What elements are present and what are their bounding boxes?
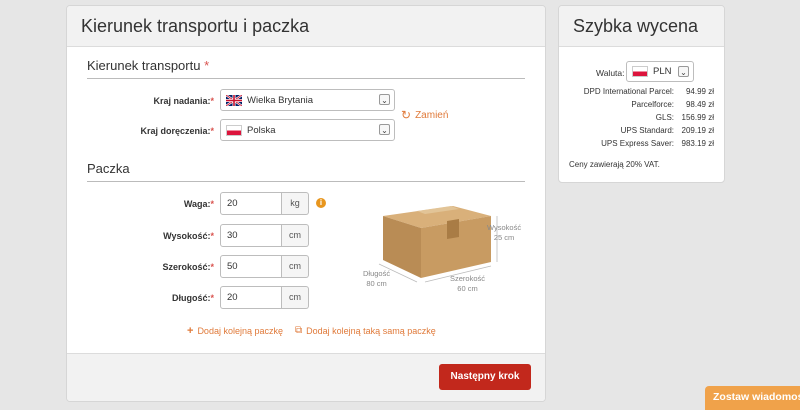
chevron-down-icon: ⌄ — [678, 66, 689, 77]
chevron-down-icon: ⌄ — [379, 94, 390, 105]
direction-section-title: Kierunek transportu * — [87, 58, 525, 79]
from-country-select[interactable]: Wielka Brytania ⌄ — [220, 89, 395, 111]
vat-note: Ceny zawierają 20% VAT. — [569, 160, 660, 169]
weight-label: Waga:* — [183, 199, 214, 209]
to-country-label: Kraj doręczenia:* — [140, 126, 214, 136]
to-country-select[interactable]: Polska ⌄ — [220, 119, 395, 141]
quick-quote-title: Szybka wycena — [559, 6, 724, 47]
currency-value: PLN — [653, 66, 672, 77]
length-input[interactable]: 20 — [220, 286, 282, 309]
box-height-label: Wysokość 25 cm — [487, 223, 522, 242]
box-width-label: Szerokość 60 cm — [450, 274, 486, 293]
quote-row: GLS: 156.99 zł — [655, 113, 714, 122]
length-label: Długość:* — [171, 293, 214, 303]
add-same-package-button[interactable]: ⧉ Dodaj kolejną taką samą paczkę — [295, 325, 436, 336]
panel-footer: Następny krok — [67, 353, 545, 401]
height-input[interactable]: 30 — [220, 224, 282, 247]
from-country-label: Kraj nadania:* — [153, 96, 214, 106]
length-field[interactable]: 20 cm — [220, 286, 309, 309]
quote-row: UPS Standard: 209.19 zł — [620, 126, 714, 135]
currency-select[interactable]: PLN ⌄ — [626, 61, 694, 82]
length-unit: cm — [282, 286, 309, 309]
leave-message-tab[interactable]: Zostaw wiadomoś — [705, 386, 800, 410]
swap-button[interactable]: ↻ Zamień — [401, 108, 448, 122]
panel-title: Kierunek transportu i paczka — [67, 6, 545, 47]
plus-icon: + — [187, 325, 194, 337]
height-field[interactable]: 30 cm — [220, 224, 309, 247]
from-country-value: Wielka Brytania — [247, 94, 313, 106]
quote-row: DPD International Parcel: 94.99 zł — [583, 87, 714, 96]
to-country-value: Polska — [247, 124, 276, 136]
pl-flag-icon — [226, 124, 242, 136]
transport-package-panel: Kierunek transportu i paczka Kierunek tr… — [66, 5, 546, 402]
quick-quote-panel: Szybka wycena Waluta: PLN ⌄ DPD Internat… — [558, 5, 725, 183]
quote-row: Parcelforce: 98.49 zł — [631, 100, 714, 109]
width-field[interactable]: 50 cm — [220, 255, 309, 278]
weight-input[interactable]: 20 — [220, 192, 282, 215]
copy-icon: ⧉ — [295, 325, 303, 336]
weight-field[interactable]: 20 kg — [220, 192, 309, 215]
box-length-label: Długość 80 cm — [363, 269, 391, 288]
quote-row: UPS Express Saver: 983.19 zł — [601, 139, 714, 148]
chevron-down-icon: ⌄ — [379, 124, 390, 135]
swap-icon: ↻ — [401, 108, 412, 122]
height-label: Wysokość:* — [163, 231, 214, 241]
width-label: Szerokość:* — [162, 262, 214, 272]
next-step-button[interactable]: Następny krok — [439, 364, 531, 390]
height-unit: cm — [282, 224, 309, 247]
info-icon[interactable]: i — [316, 198, 326, 208]
currency-label: Waluta: — [596, 68, 625, 78]
width-input[interactable]: 50 — [220, 255, 282, 278]
width-unit: cm — [282, 255, 309, 278]
pl-flag-icon — [632, 66, 648, 77]
add-package-button[interactable]: + Dodaj kolejną paczkę — [187, 325, 283, 337]
package-section-title: Paczka — [87, 161, 525, 182]
weight-unit: kg — [282, 192, 309, 215]
uk-flag-icon — [226, 94, 242, 106]
